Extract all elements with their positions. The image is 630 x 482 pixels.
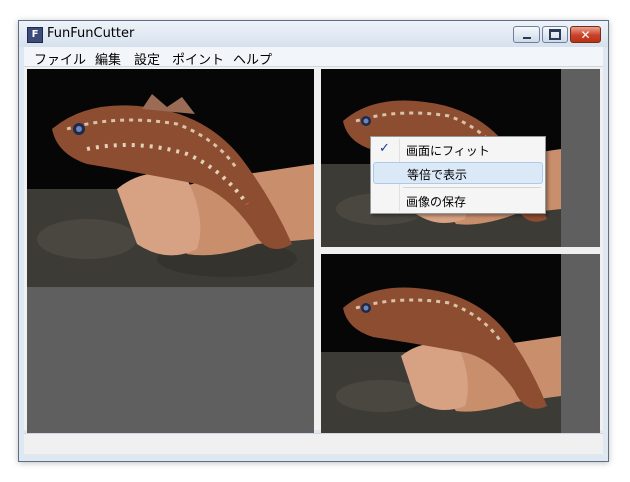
menu-edit[interactable]: 編集 [95, 49, 121, 68]
title-bar[interactable]: F FunFunCutter ✕ [19, 21, 608, 47]
app-window: F FunFunCutter ✕ ファイル 編集 設定 ポイント ヘルプ [18, 20, 609, 462]
menu-separator [403, 187, 541, 188]
close-icon: ✕ [580, 27, 591, 42]
check-icon: ✓ [379, 141, 390, 156]
app-icon[interactable]: F [27, 27, 43, 43]
menu-help[interactable]: ヘルプ [233, 49, 272, 68]
menu-file[interactable]: ファイル [34, 49, 86, 68]
menu-settings[interactable]: 設定 [134, 49, 160, 68]
image-pane-main[interactable] [27, 69, 314, 434]
menu-item-fit-screen[interactable]: ✓ 画面にフィット [373, 139, 543, 161]
minimize-icon [522, 36, 531, 39]
maximize-icon [549, 29, 561, 40]
fish-photo-bottom-right [321, 254, 561, 433]
maximize-button[interactable] [542, 26, 568, 43]
status-bar [24, 433, 603, 454]
client-area [24, 67, 603, 434]
window-title: FunFunCutter [47, 26, 135, 41]
menu-item-label: 画像の保存 [406, 195, 467, 209]
menu-point[interactable]: ポイント [172, 49, 224, 68]
fish-photo-main [27, 69, 314, 287]
image-pane-bottom-right[interactable] [321, 254, 600, 433]
menu-item-save-image[interactable]: 画像の保存 [373, 190, 543, 212]
menu-bar: ファイル 編集 設定 ポイント ヘルプ [24, 47, 603, 68]
menu-item-actual-size[interactable]: 等倍で表示 [373, 162, 543, 184]
menu-item-label: 等倍で表示 [407, 168, 468, 182]
menu-item-label: 画面にフィット [406, 144, 490, 158]
minimize-button[interactable] [513, 26, 540, 43]
close-button[interactable]: ✕ [570, 26, 601, 43]
context-menu: ✓ 画面にフィット 等倍で表示 画像の保存 [370, 136, 546, 214]
